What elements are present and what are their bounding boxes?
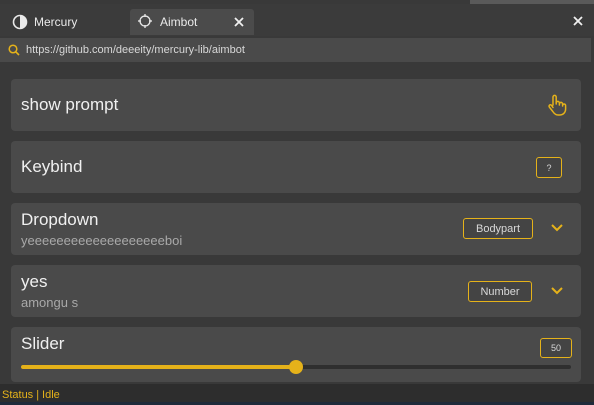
tab-aimbot[interactable]: Aimbot: [130, 9, 254, 35]
keybind-row: Keybind ?: [11, 141, 581, 193]
content-list: show prompt Keybind ? Dropdown yeeeeeeee…: [0, 68, 594, 384]
slider-title: Slider: [21, 334, 65, 353]
dropdown-selected-value[interactable]: Bodypart: [463, 218, 533, 239]
slider-track[interactable]: [21, 360, 571, 374]
search-icon: [8, 44, 20, 56]
chevron-down-icon[interactable]: [549, 283, 565, 299]
dropdown-yes-selected-value[interactable]: Number: [468, 281, 532, 302]
status-value: Idle: [42, 388, 60, 401]
slider-value-box[interactable]: 50: [540, 338, 572, 358]
mercury-logo-icon: [12, 14, 28, 30]
slider-row: Slider 50: [11, 327, 581, 382]
tab-mercury[interactable]: Mercury: [4, 9, 124, 35]
dropdown-yes-row[interactable]: yes amongu s Number: [11, 265, 581, 317]
hand-pointer-icon: [547, 94, 567, 121]
tab-close-icon[interactable]: [230, 13, 248, 31]
status-label: Status: [2, 388, 34, 401]
slider-fill: [21, 365, 296, 369]
window-close-icon[interactable]: [570, 13, 586, 29]
dropdown-subtitle: yeeeeeeeeeeeeeeeeeeeboi: [21, 233, 183, 248]
tab-aimbot-label: Aimbot: [160, 15, 198, 29]
url-bar[interactable]: https://github.com/deeeity/mercury-lib/a…: [0, 38, 591, 62]
tab-mercury-label: Mercury: [34, 15, 78, 29]
status-separator: |: [36, 388, 40, 401]
dropdown-yes-subtitle: amongu s: [21, 295, 79, 310]
window: Mercury Aimbot https://github.com/deeeit…: [0, 0, 594, 405]
prompt-button[interactable]: show prompt: [11, 79, 581, 131]
chevron-down-icon[interactable]: [549, 220, 565, 236]
keybind-key-button[interactable]: ?: [536, 157, 562, 178]
dropdown-title: Dropdown: [21, 210, 99, 229]
keybind-title: Keybind: [21, 157, 83, 176]
dropdown-row[interactable]: Dropdown yeeeeeeeeeeeeeeeeeeeboi Bodypar…: [11, 203, 581, 255]
dropdown-yes-title: yes: [21, 272, 48, 291]
prompt-title: show prompt: [21, 95, 119, 114]
slider-handle[interactable]: [289, 360, 303, 374]
crosshair-icon: [138, 14, 154, 30]
tab-bar: Mercury Aimbot: [0, 4, 594, 36]
url-text: https://github.com/deeeity/mercury-lib/a…: [26, 44, 245, 56]
